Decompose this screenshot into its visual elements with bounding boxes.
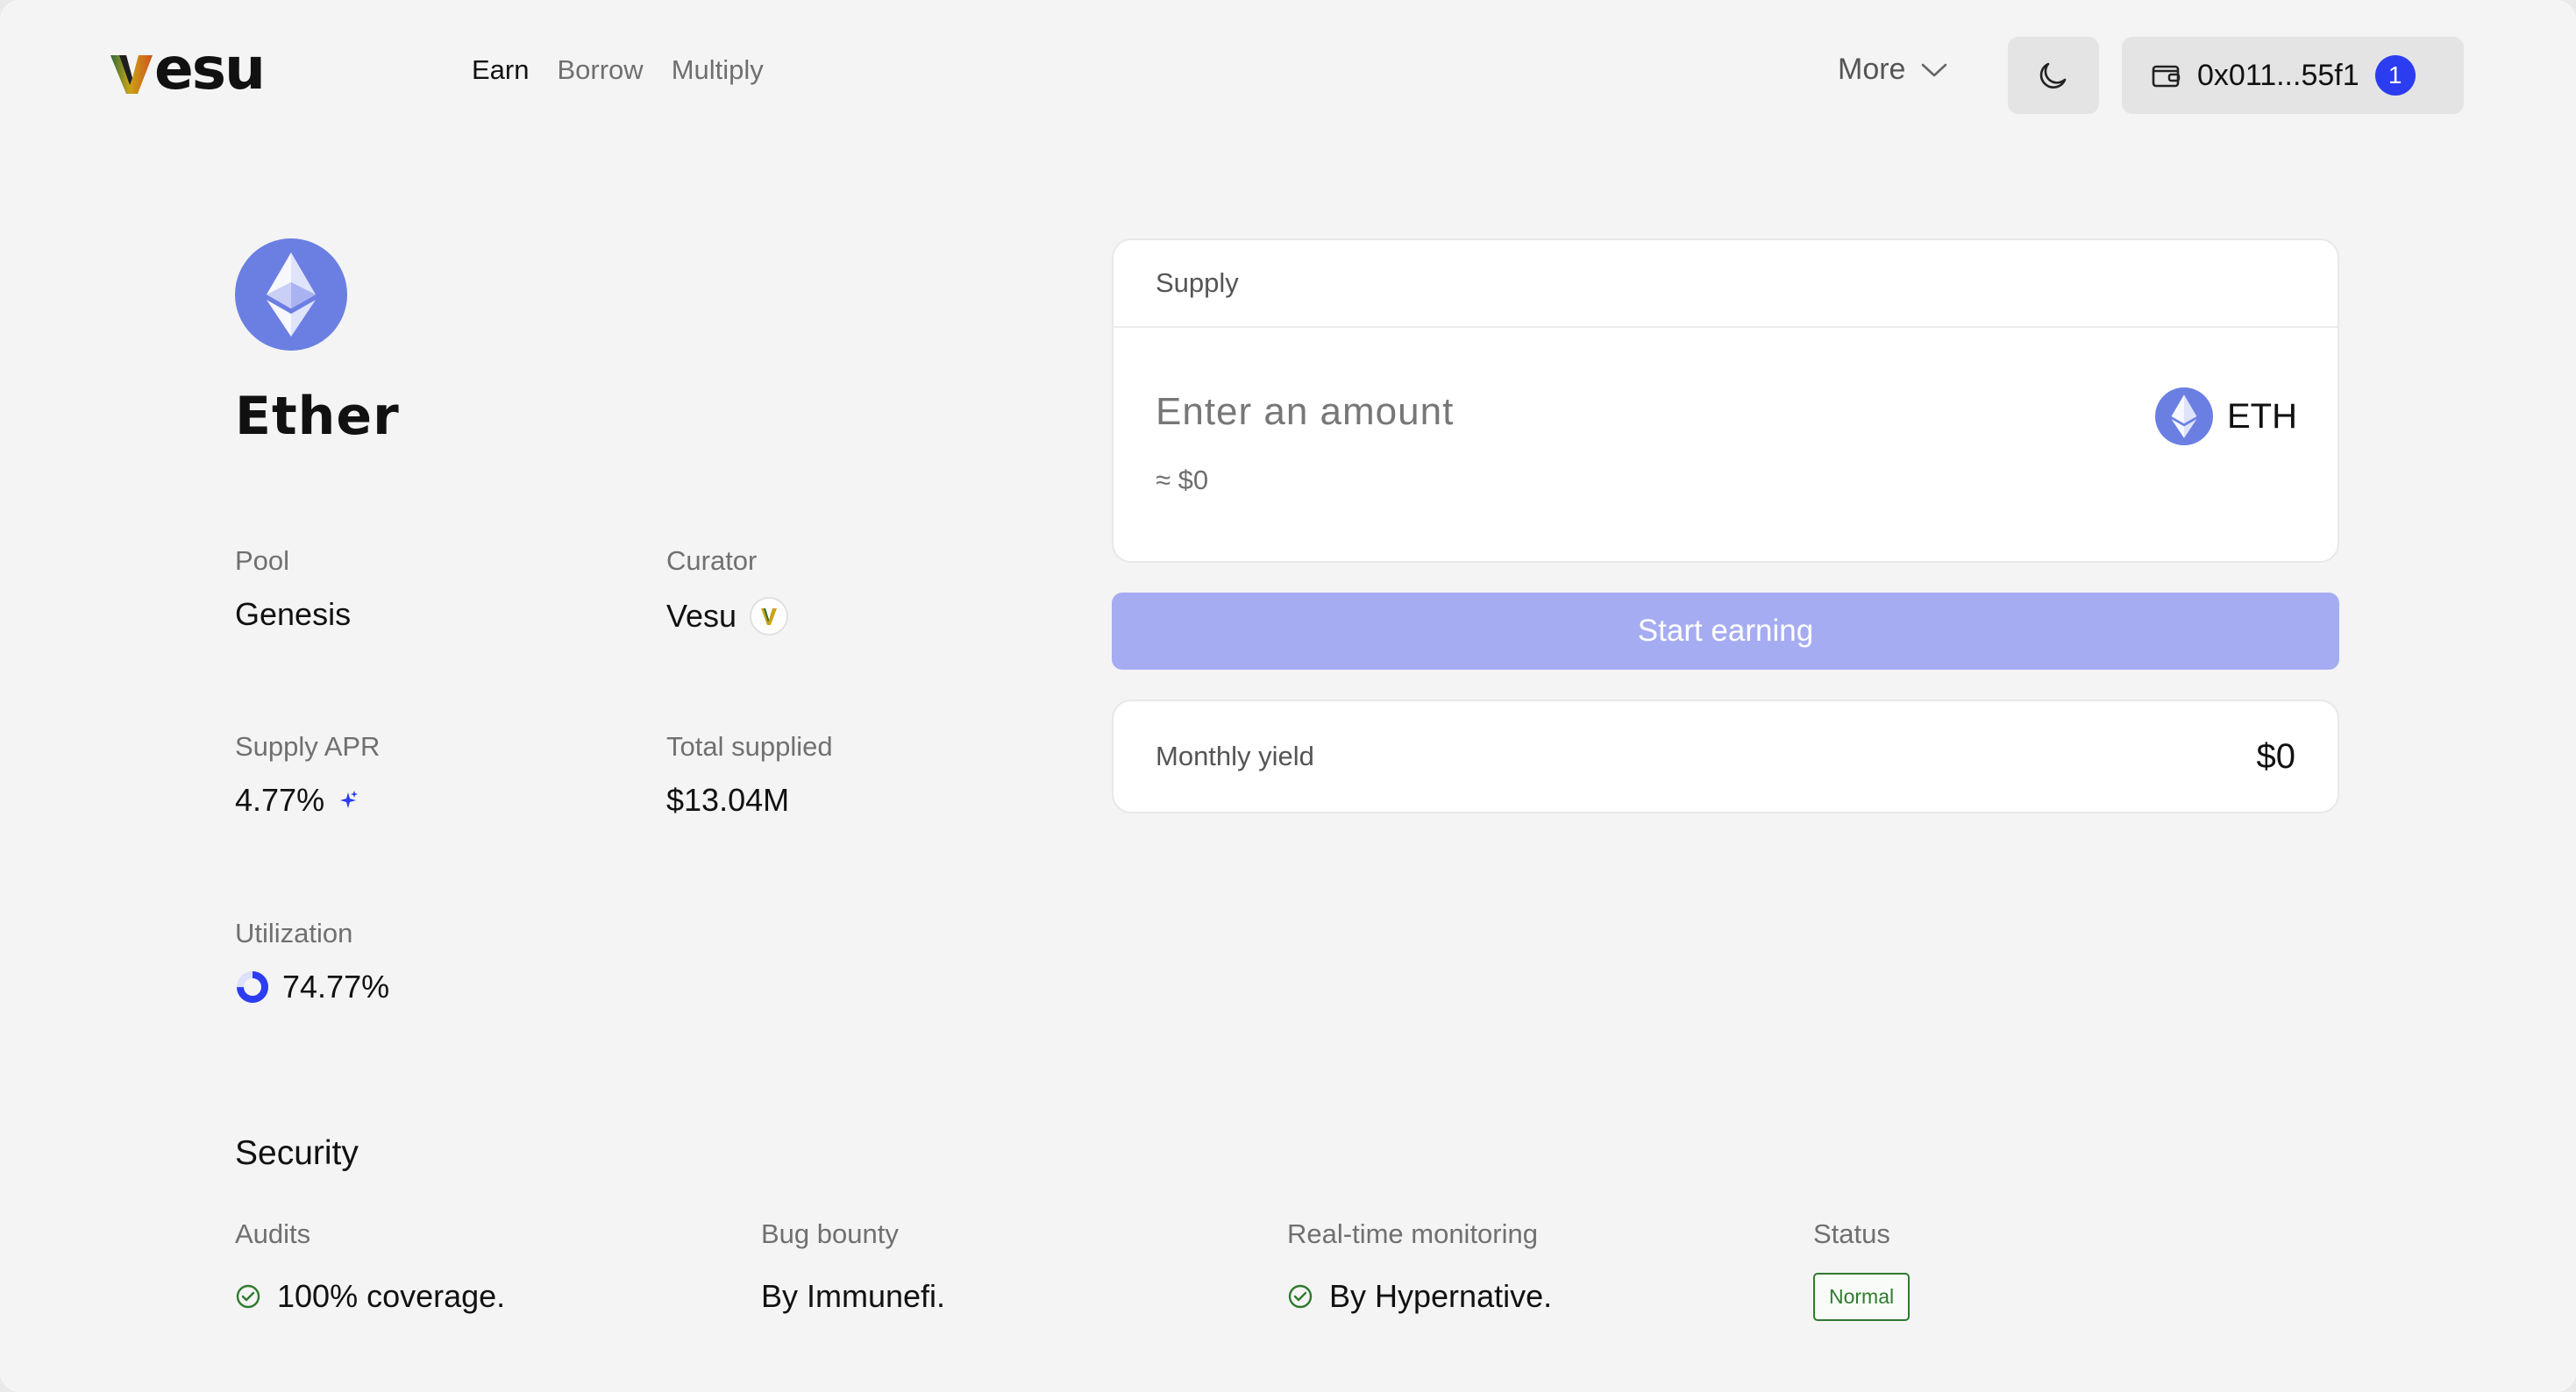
supply-card: Supply ≈ $0 ETH <box>1112 238 2339 563</box>
theme-toggle-button[interactable] <box>2008 37 2099 114</box>
wallet-icon <box>2152 65 2181 88</box>
total-supplied-text: $13.04M <box>666 782 790 818</box>
utilization-ring-icon <box>237 971 268 1003</box>
ethereum-icon <box>235 238 347 351</box>
audits-section: Audits 100% coverage. <box>235 1218 505 1315</box>
vesu-logo[interactable]: esu <box>109 40 266 100</box>
chevron-down-icon <box>1922 63 1947 76</box>
supply-apr-value[interactable]: 4.77% <box>235 782 380 819</box>
bug-bounty-value-text: By Immunefi. <box>761 1278 946 1314</box>
supply-card-title: Supply <box>1114 240 2338 328</box>
pool-label: Pool <box>235 545 290 576</box>
bug-bounty-section: Bug bounty By Immunefi. <box>761 1218 945 1315</box>
moon-icon <box>2039 62 2067 89</box>
notification-badge: 1 <box>2374 55 2416 96</box>
monthly-yield-value: $0 <box>2256 736 2296 776</box>
security-title: Security <box>235 1134 359 1172</box>
monitoring-label: Real-time monitoring <box>1287 1218 1538 1249</box>
utilization-label: Utilization <box>235 918 353 948</box>
monitoring-value-text: By Hypernative. <box>1329 1278 1553 1314</box>
audits-label: Audits <box>235 1218 311 1249</box>
bug-bounty-value[interactable]: By Immunefi. <box>761 1278 945 1315</box>
curator-logo-icon <box>750 597 789 636</box>
supply-apr-stat: Supply APR 4.77% <box>235 731 380 819</box>
logo-text: esu <box>154 35 266 103</box>
utilization-text: 74.77% <box>282 969 390 1005</box>
utilization-value[interactable]: 74.77% <box>235 969 389 1005</box>
pool-value-text: Genesis <box>235 596 352 632</box>
wallet-address: 0x011...55f1 <box>2197 58 2359 92</box>
token-selector[interactable]: ETH <box>2155 387 2297 445</box>
check-circle-icon <box>236 1284 260 1309</box>
curator-value[interactable]: Vesu <box>666 596 789 636</box>
more-menu-button[interactable]: More <box>1838 53 1947 87</box>
start-earning-button[interactable]: Start earning <box>1112 593 2339 670</box>
curator-label: Curator <box>666 545 758 576</box>
monitoring-value[interactable]: By Hypernative. <box>1287 1278 1552 1315</box>
utilization-stat: Utilization 74.77% <box>235 918 389 1005</box>
total-supplied-label: Total supplied <box>666 731 833 762</box>
audits-value-text: 100% coverage. <box>277 1278 506 1314</box>
monthly-yield-card: Monthly yield $0 <box>1112 700 2339 813</box>
total-supplied-value[interactable]: $13.04M <box>666 782 833 819</box>
pool-value[interactable]: Genesis <box>235 596 351 633</box>
asset-name: Ether <box>235 386 400 447</box>
curator-stat: Curator Vesu <box>666 545 789 636</box>
supply-apr-text: 4.77% <box>235 782 325 818</box>
sparkle-icon <box>340 791 359 808</box>
nav-borrow[interactable]: Borrow <box>557 54 643 86</box>
pool-stat: Pool Genesis <box>235 545 351 633</box>
vesu-logo-icon <box>110 55 153 94</box>
status-label: Status <box>1813 1218 1890 1249</box>
curator-value-text: Vesu <box>666 598 737 634</box>
check-circle-icon <box>1288 1284 1313 1309</box>
bug-bounty-label: Bug bounty <box>761 1218 899 1249</box>
status-section: Status Normal <box>1813 1218 1911 1321</box>
nav-multiply[interactable]: Multiply <box>672 54 764 86</box>
token-symbol: ETH <box>2227 396 2297 436</box>
total-supplied-stat: Total supplied $13.04M <box>666 731 833 819</box>
status-badge: Normal <box>1813 1273 1911 1321</box>
monitoring-section: Real-time monitoring By Hypernative. <box>1287 1218 1552 1315</box>
amount-input[interactable] <box>1154 380 1946 444</box>
usd-estimate: ≈ $0 <box>1156 465 1209 495</box>
wallet-button[interactable]: 0x011...55f1 1 <box>2122 37 2464 114</box>
nav-earn[interactable]: Earn <box>472 54 529 86</box>
eth-token-icon <box>2155 387 2213 445</box>
more-label: More <box>1838 53 1906 86</box>
supply-apr-label: Supply APR <box>235 731 381 762</box>
audits-value[interactable]: 100% coverage. <box>235 1278 505 1315</box>
monthly-yield-label: Monthly yield <box>1156 741 1314 771</box>
app-window: esu Earn Borrow Multiply More 0x011...55… <box>0 0 2576 1392</box>
main-nav: Earn Borrow Multiply <box>472 54 764 86</box>
